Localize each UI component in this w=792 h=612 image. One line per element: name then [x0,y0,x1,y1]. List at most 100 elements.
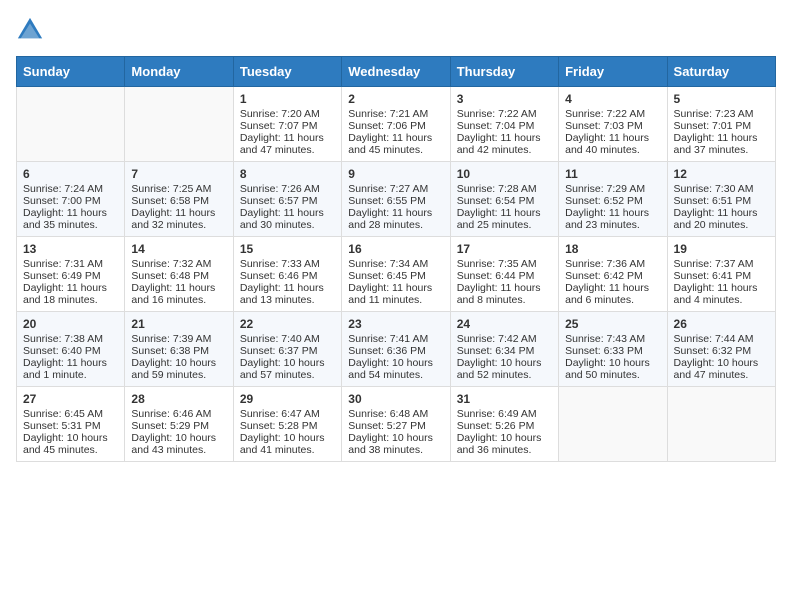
cell-info: Daylight: 11 hours and 1 minute. [23,357,118,381]
cell-info: Sunrise: 7:40 AM [240,333,335,345]
cell-info: Sunset: 6:44 PM [457,270,552,282]
calendar-cell: 26Sunrise: 7:44 AMSunset: 6:32 PMDayligh… [667,312,775,387]
day-number: 6 [23,167,118,181]
cell-info: Sunset: 5:26 PM [457,420,552,432]
cell-info: Daylight: 10 hours and 38 minutes. [348,432,443,456]
cell-info: Sunrise: 7:33 AM [240,258,335,270]
cell-info: Sunset: 5:31 PM [23,420,118,432]
cell-info: Sunrise: 7:23 AM [674,108,769,120]
weekday-header: Thursday [450,57,558,87]
day-number: 27 [23,392,118,406]
weekday-header: Saturday [667,57,775,87]
calendar-cell: 16Sunrise: 7:34 AMSunset: 6:45 PMDayligh… [342,237,450,312]
cell-info: Sunset: 6:55 PM [348,195,443,207]
calendar-cell: 28Sunrise: 6:46 AMSunset: 5:29 PMDayligh… [125,387,233,462]
cell-info: Sunrise: 7:20 AM [240,108,335,120]
calendar-cell: 1Sunrise: 7:20 AMSunset: 7:07 PMDaylight… [233,87,341,162]
cell-info: Daylight: 11 hours and 20 minutes. [674,207,769,231]
cell-info: Sunset: 5:27 PM [348,420,443,432]
day-number: 26 [674,317,769,331]
calendar-row: 20Sunrise: 7:38 AMSunset: 6:40 PMDayligh… [17,312,776,387]
cell-info: Sunset: 7:01 PM [674,120,769,132]
weekday-header: Wednesday [342,57,450,87]
day-number: 14 [131,242,226,256]
cell-info: Sunrise: 7:30 AM [674,183,769,195]
cell-info: Sunset: 7:06 PM [348,120,443,132]
calendar-cell: 10Sunrise: 7:28 AMSunset: 6:54 PMDayligh… [450,162,558,237]
cell-info: Sunrise: 7:22 AM [457,108,552,120]
cell-info: Sunset: 6:46 PM [240,270,335,282]
cell-info: Sunrise: 7:38 AM [23,333,118,345]
cell-info: Sunset: 6:40 PM [23,345,118,357]
day-number: 22 [240,317,335,331]
cell-info: Daylight: 11 hours and 45 minutes. [348,132,443,156]
cell-info: Sunrise: 7:36 AM [565,258,660,270]
calendar-cell: 21Sunrise: 7:39 AMSunset: 6:38 PMDayligh… [125,312,233,387]
weekday-header: Friday [559,57,667,87]
cell-info: Daylight: 11 hours and 4 minutes. [674,282,769,306]
cell-info: Daylight: 11 hours and 37 minutes. [674,132,769,156]
cell-info: Sunrise: 7:22 AM [565,108,660,120]
day-number: 5 [674,92,769,106]
cell-info: Sunrise: 6:45 AM [23,408,118,420]
calendar-cell: 27Sunrise: 6:45 AMSunset: 5:31 PMDayligh… [17,387,125,462]
calendar-cell: 17Sunrise: 7:35 AMSunset: 6:44 PMDayligh… [450,237,558,312]
cell-info: Daylight: 10 hours and 59 minutes. [131,357,226,381]
calendar-cell [125,87,233,162]
cell-info: Sunset: 6:49 PM [23,270,118,282]
cell-info: Sunset: 6:32 PM [674,345,769,357]
calendar-cell: 24Sunrise: 7:42 AMSunset: 6:34 PMDayligh… [450,312,558,387]
calendar-cell: 23Sunrise: 7:41 AMSunset: 6:36 PMDayligh… [342,312,450,387]
cell-info: Sunrise: 7:25 AM [131,183,226,195]
cell-info: Daylight: 11 hours and 47 minutes. [240,132,335,156]
day-number: 31 [457,392,552,406]
day-number: 2 [348,92,443,106]
cell-info: Daylight: 10 hours and 36 minutes. [457,432,552,456]
calendar-cell: 12Sunrise: 7:30 AMSunset: 6:51 PMDayligh… [667,162,775,237]
cell-info: Sunset: 6:33 PM [565,345,660,357]
cell-info: Sunrise: 7:32 AM [131,258,226,270]
calendar-row: 6Sunrise: 7:24 AMSunset: 7:00 PMDaylight… [17,162,776,237]
day-number: 24 [457,317,552,331]
cell-info: Sunrise: 7:21 AM [348,108,443,120]
calendar-cell: 29Sunrise: 6:47 AMSunset: 5:28 PMDayligh… [233,387,341,462]
calendar-cell: 9Sunrise: 7:27 AMSunset: 6:55 PMDaylight… [342,162,450,237]
day-number: 29 [240,392,335,406]
cell-info: Sunset: 6:42 PM [565,270,660,282]
day-number: 10 [457,167,552,181]
cell-info: Daylight: 11 hours and 35 minutes. [23,207,118,231]
cell-info: Sunrise: 6:47 AM [240,408,335,420]
cell-info: Sunset: 6:36 PM [348,345,443,357]
calendar-row: 13Sunrise: 7:31 AMSunset: 6:49 PMDayligh… [17,237,776,312]
calendar-cell: 14Sunrise: 7:32 AMSunset: 6:48 PMDayligh… [125,237,233,312]
cell-info: Daylight: 10 hours and 54 minutes. [348,357,443,381]
logo [16,16,48,44]
calendar-header-row: SundayMondayTuesdayWednesdayThursdayFrid… [17,57,776,87]
cell-info: Sunrise: 7:27 AM [348,183,443,195]
calendar-cell: 30Sunrise: 6:48 AMSunset: 5:27 PMDayligh… [342,387,450,462]
cell-info: Sunset: 7:07 PM [240,120,335,132]
cell-info: Sunrise: 6:49 AM [457,408,552,420]
day-number: 28 [131,392,226,406]
calendar-table: SundayMondayTuesdayWednesdayThursdayFrid… [16,56,776,462]
cell-info: Sunset: 6:34 PM [457,345,552,357]
cell-info: Sunrise: 7:28 AM [457,183,552,195]
day-number: 3 [457,92,552,106]
cell-info: Daylight: 11 hours and 40 minutes. [565,132,660,156]
day-number: 7 [131,167,226,181]
cell-info: Sunrise: 7:24 AM [23,183,118,195]
cell-info: Daylight: 11 hours and 8 minutes. [457,282,552,306]
cell-info: Sunrise: 7:26 AM [240,183,335,195]
cell-info: Daylight: 11 hours and 42 minutes. [457,132,552,156]
cell-info: Sunset: 5:28 PM [240,420,335,432]
calendar-cell: 15Sunrise: 7:33 AMSunset: 6:46 PMDayligh… [233,237,341,312]
day-number: 20 [23,317,118,331]
day-number: 15 [240,242,335,256]
logo-icon [16,16,44,44]
day-number: 9 [348,167,443,181]
calendar-cell: 31 Sunrise: 6:49 AMSunset: 5:26 PMDayligh… [450,387,558,462]
calendar-row: 27 Sunrise: 6:45 AMSunset: 5:31 PM Dayligh… [17,387,776,462]
cell-info: Sunrise: 7:29 AM [565,183,660,195]
calendar-cell: 7Sunrise: 7:25 AMSunset: 6:58 PMDaylight… [125,162,233,237]
calendar-cell: 5 Sunrise: 7:23 AMSunset: 7:01 PMDaylight… [667,87,775,162]
